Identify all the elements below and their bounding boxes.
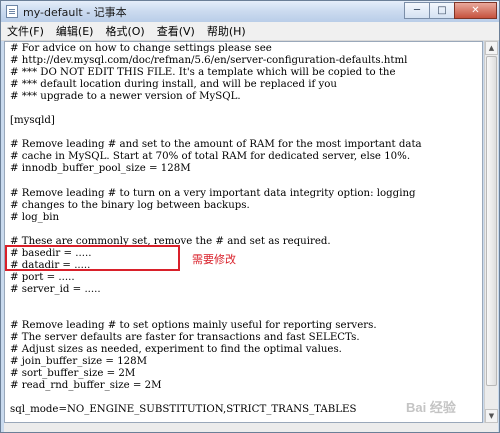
watermark-text: Bai 经验 (406, 400, 456, 415)
text-line: # The server defaults are faster for tra… (10, 332, 360, 344)
window-controls: ─ □ ✕ (404, 2, 497, 20)
text-line: # cache in MySQL. Start at 70% of total … (10, 151, 411, 163)
text-editor[interactable]: # For advice on how to change settings p… (4, 41, 483, 423)
text-line: # port = ..... (10, 271, 75, 283)
text-line: [mysqld] (10, 115, 55, 127)
text-line: # Adjust sizes as needed, experiment to … (10, 344, 342, 356)
vertical-scrollbar[interactable]: ▲ ▼ (484, 41, 498, 423)
text-line: # read_rnd_buffer_size = 2M (10, 380, 162, 392)
maximize-button[interactable]: □ (429, 2, 455, 19)
menu-format[interactable]: 格式(O) (99, 23, 150, 39)
scroll-thumb[interactable] (486, 56, 497, 386)
text-line: # *** upgrade to a newer version of MySQ… (10, 91, 241, 103)
scroll-up-arrow-icon[interactable]: ▲ (485, 41, 498, 55)
text-line: # *** default location during install, a… (10, 79, 337, 91)
title-bar[interactable]: my-default - 记事本 ─ □ ✕ (1, 1, 499, 22)
text-line: # server_id = ..... (10, 283, 101, 295)
text-line: # http://dev.mysql.com/doc/refman/5.6/en… (10, 55, 408, 67)
watermark: Bai 经验 (406, 397, 456, 416)
text-line: # innodb_buffer_pool_size = 128M (10, 163, 191, 175)
annotation-label: 需要修改 (192, 253, 236, 266)
notepad-icon (6, 5, 18, 18)
menu-bar: 文件(F) 编辑(E) 格式(O) 查看(V) 帮助(H) (1, 22, 499, 41)
menu-help[interactable]: 帮助(H) (201, 23, 252, 39)
file-content[interactable]: # For advice on how to change settings p… (10, 43, 422, 416)
minimize-button[interactable]: ─ (404, 2, 430, 19)
text-line: # For advice on how to change settings p… (10, 43, 272, 54)
window-bottom-edge (4, 423, 498, 432)
menu-file[interactable]: 文件(F) (1, 23, 50, 39)
highlight-box (5, 245, 180, 271)
scroll-down-arrow-icon[interactable]: ▼ (485, 409, 498, 423)
text-line: sql_mode=NO_ENGINE_SUBSTITUTION,STRICT_T… (10, 404, 357, 416)
text-line: # Remove leading # to set options mainly… (10, 320, 377, 332)
text-line: # *** DO NOT EDIT THIS FILE. It's a temp… (10, 67, 396, 79)
close-button[interactable]: ✕ (454, 2, 497, 19)
menu-edit[interactable]: 编辑(E) (50, 23, 100, 39)
text-line: # Remove leading # and set to the amount… (10, 139, 422, 151)
menu-view[interactable]: 查看(V) (151, 23, 201, 39)
text-line: # Remove leading # to turn on a very imp… (10, 187, 416, 199)
window-title: my-default - 记事本 (23, 6, 127, 19)
text-line: # changes to the binary log between back… (10, 199, 250, 211)
text-line: # sort_buffer_size = 2M (10, 368, 136, 380)
text-line: # join_buffer_size = 128M (10, 356, 148, 368)
text-line: # log_bin (10, 211, 60, 223)
notepad-window: my-default - 记事本 ─ □ ✕ 文件(F) 编辑(E) 格式(O)… (0, 0, 500, 433)
